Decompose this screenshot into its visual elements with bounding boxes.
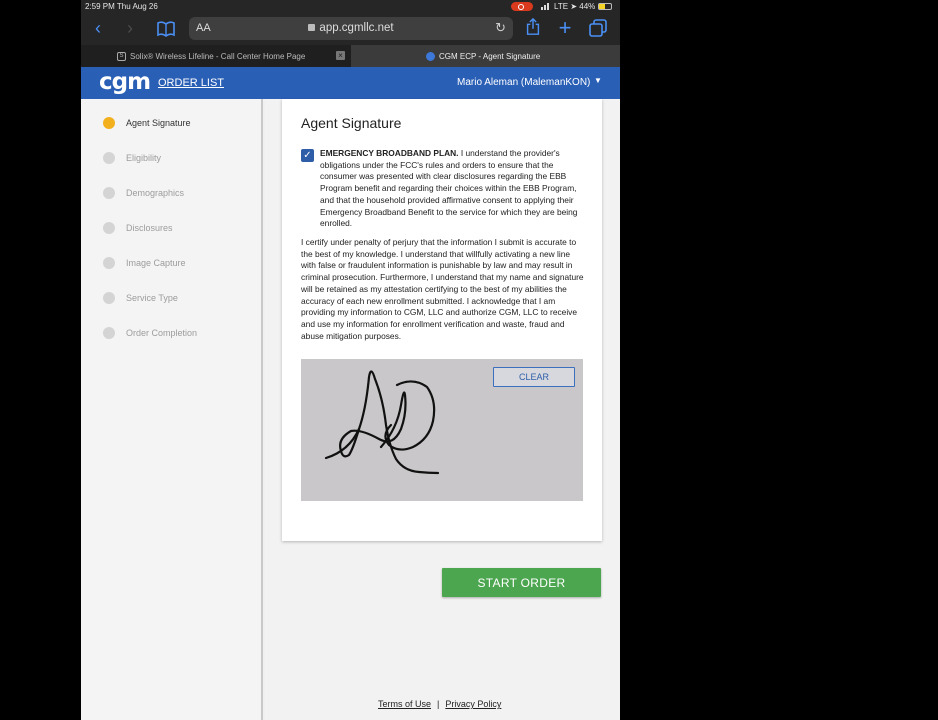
step-dot-icon [103, 187, 115, 199]
tab-solix[interactable]: S Solix® Wireless Lifeline - Call Center… [81, 45, 351, 67]
step-label: Eligibility [126, 153, 162, 163]
network-type: LTE [554, 2, 569, 11]
footer-separator: | [437, 699, 440, 709]
sidebar-step-order-completion[interactable]: Order Completion [103, 325, 197, 341]
tablet-screen: 2:59 PM Thu Aug 26 LTE ➤ 44% ‹ › AA app.… [81, 0, 620, 720]
terms-of-use-link[interactable]: Terms of Use [378, 699, 431, 709]
user-menu-caret-icon[interactable]: ▼ [594, 76, 602, 85]
tabs-overview-icon[interactable] [589, 19, 607, 37]
user-menu-name[interactable]: Mario Aleman (MalemanKON) [457, 77, 590, 88]
battery-icon [598, 3, 612, 10]
close-tab-icon[interactable]: × [336, 51, 345, 60]
sidebar-step-disclosures[interactable]: Disclosures [103, 220, 173, 236]
solix-favicon-icon: S [117, 51, 126, 61]
status-network: LTE ➤ 44% [554, 2, 595, 11]
sidebar-step-demographics[interactable]: Demographics [103, 185, 184, 201]
step-sidebar: Agent Signature Eligibility Demographics… [81, 99, 263, 720]
forward-chevron-icon[interactable]: › [123, 19, 137, 37]
browser-toolbar: ‹ › AA app.cgmllc.net ↻ + [81, 13, 620, 45]
step-label: Agent Signature [126, 118, 191, 128]
ebb-body: I understand the provider's obligations … [320, 148, 578, 229]
browser-tab-bar: S Solix® Wireless Lifeline - Call Center… [81, 45, 620, 67]
address-bar[interactable]: AA app.cgmllc.net ↻ [189, 17, 513, 40]
certification-text: I certify under penalty of perjury that … [301, 237, 584, 341]
app-header: cgm ORDER LIST Mario Aleman (MalemanKON)… [81, 67, 620, 99]
ebb-consent-text: EMERGENCY BROADBAND PLAN. I understand t… [320, 148, 582, 230]
step-label: Disclosures [126, 223, 173, 233]
reload-icon[interactable]: ↻ [495, 20, 506, 36]
step-label: Demographics [126, 188, 185, 198]
step-dot-icon [103, 117, 115, 129]
signature-pad[interactable]: CLEAR [301, 359, 583, 501]
bookmarks-book-icon[interactable] [157, 20, 175, 38]
main-content: Agent Signature ✓ EMERGENCY BROADBAND PL… [265, 99, 620, 720]
step-dot-icon [103, 327, 115, 339]
cgm-favicon-icon [426, 51, 435, 61]
agent-signature-card: Agent Signature ✓ EMERGENCY BROADBAND PL… [282, 99, 602, 541]
cellular-signal-icon [541, 3, 549, 10]
sidebar-step-service-type[interactable]: Service Type [103, 290, 178, 306]
battery-percent: 44% [579, 2, 596, 11]
sidebar-step-agent-signature[interactable]: Agent Signature [103, 115, 191, 131]
tab-title: Solix® Wireless Lifeline - Call Center H… [130, 51, 306, 61]
sidebar-step-image-capture[interactable]: Image Capture [103, 255, 186, 271]
step-label: Order Completion [126, 328, 198, 338]
card-title: Agent Signature [301, 115, 402, 131]
ebb-heading: EMERGENCY BROADBAND PLAN. [320, 148, 459, 158]
status-bar: 2:59 PM Thu Aug 26 LTE ➤ 44% [81, 0, 620, 13]
lock-icon [308, 24, 316, 31]
location-arrow-icon: ➤ [570, 2, 578, 11]
order-list-link[interactable]: ORDER LIST [158, 77, 224, 89]
sidebar-step-eligibility[interactable]: Eligibility [103, 150, 161, 166]
step-dot-icon [103, 222, 115, 234]
back-chevron-icon[interactable]: ‹ [91, 19, 105, 37]
step-dot-icon [103, 257, 115, 269]
url-display: app.cgmllc.net [189, 22, 513, 34]
cgm-logo[interactable]: cgm [99, 69, 151, 95]
step-dot-icon [103, 292, 115, 304]
status-time: 2:59 PM Thu Aug 26 [85, 2, 158, 11]
ebb-consent-checkbox[interactable]: ✓ [301, 149, 314, 162]
step-label: Image Capture [126, 258, 186, 268]
start-order-button[interactable]: START ORDER [442, 568, 601, 597]
step-dot-icon [103, 152, 115, 164]
tab-title: CGM ECP - Agent Signature [439, 51, 541, 61]
tab-cgm-ecp[interactable]: CGM ECP - Agent Signature [351, 45, 620, 67]
url-text: app.cgmllc.net [319, 22, 394, 34]
screen-recording-icon [511, 2, 533, 11]
footer-links: Terms of Use | Privacy Policy [378, 699, 501, 709]
new-tab-plus-icon[interactable]: + [557, 17, 573, 39]
privacy-policy-link[interactable]: Privacy Policy [445, 699, 501, 709]
step-label: Service Type [126, 293, 178, 303]
share-icon[interactable] [525, 18, 541, 36]
clear-signature-button[interactable]: CLEAR [493, 367, 575, 387]
